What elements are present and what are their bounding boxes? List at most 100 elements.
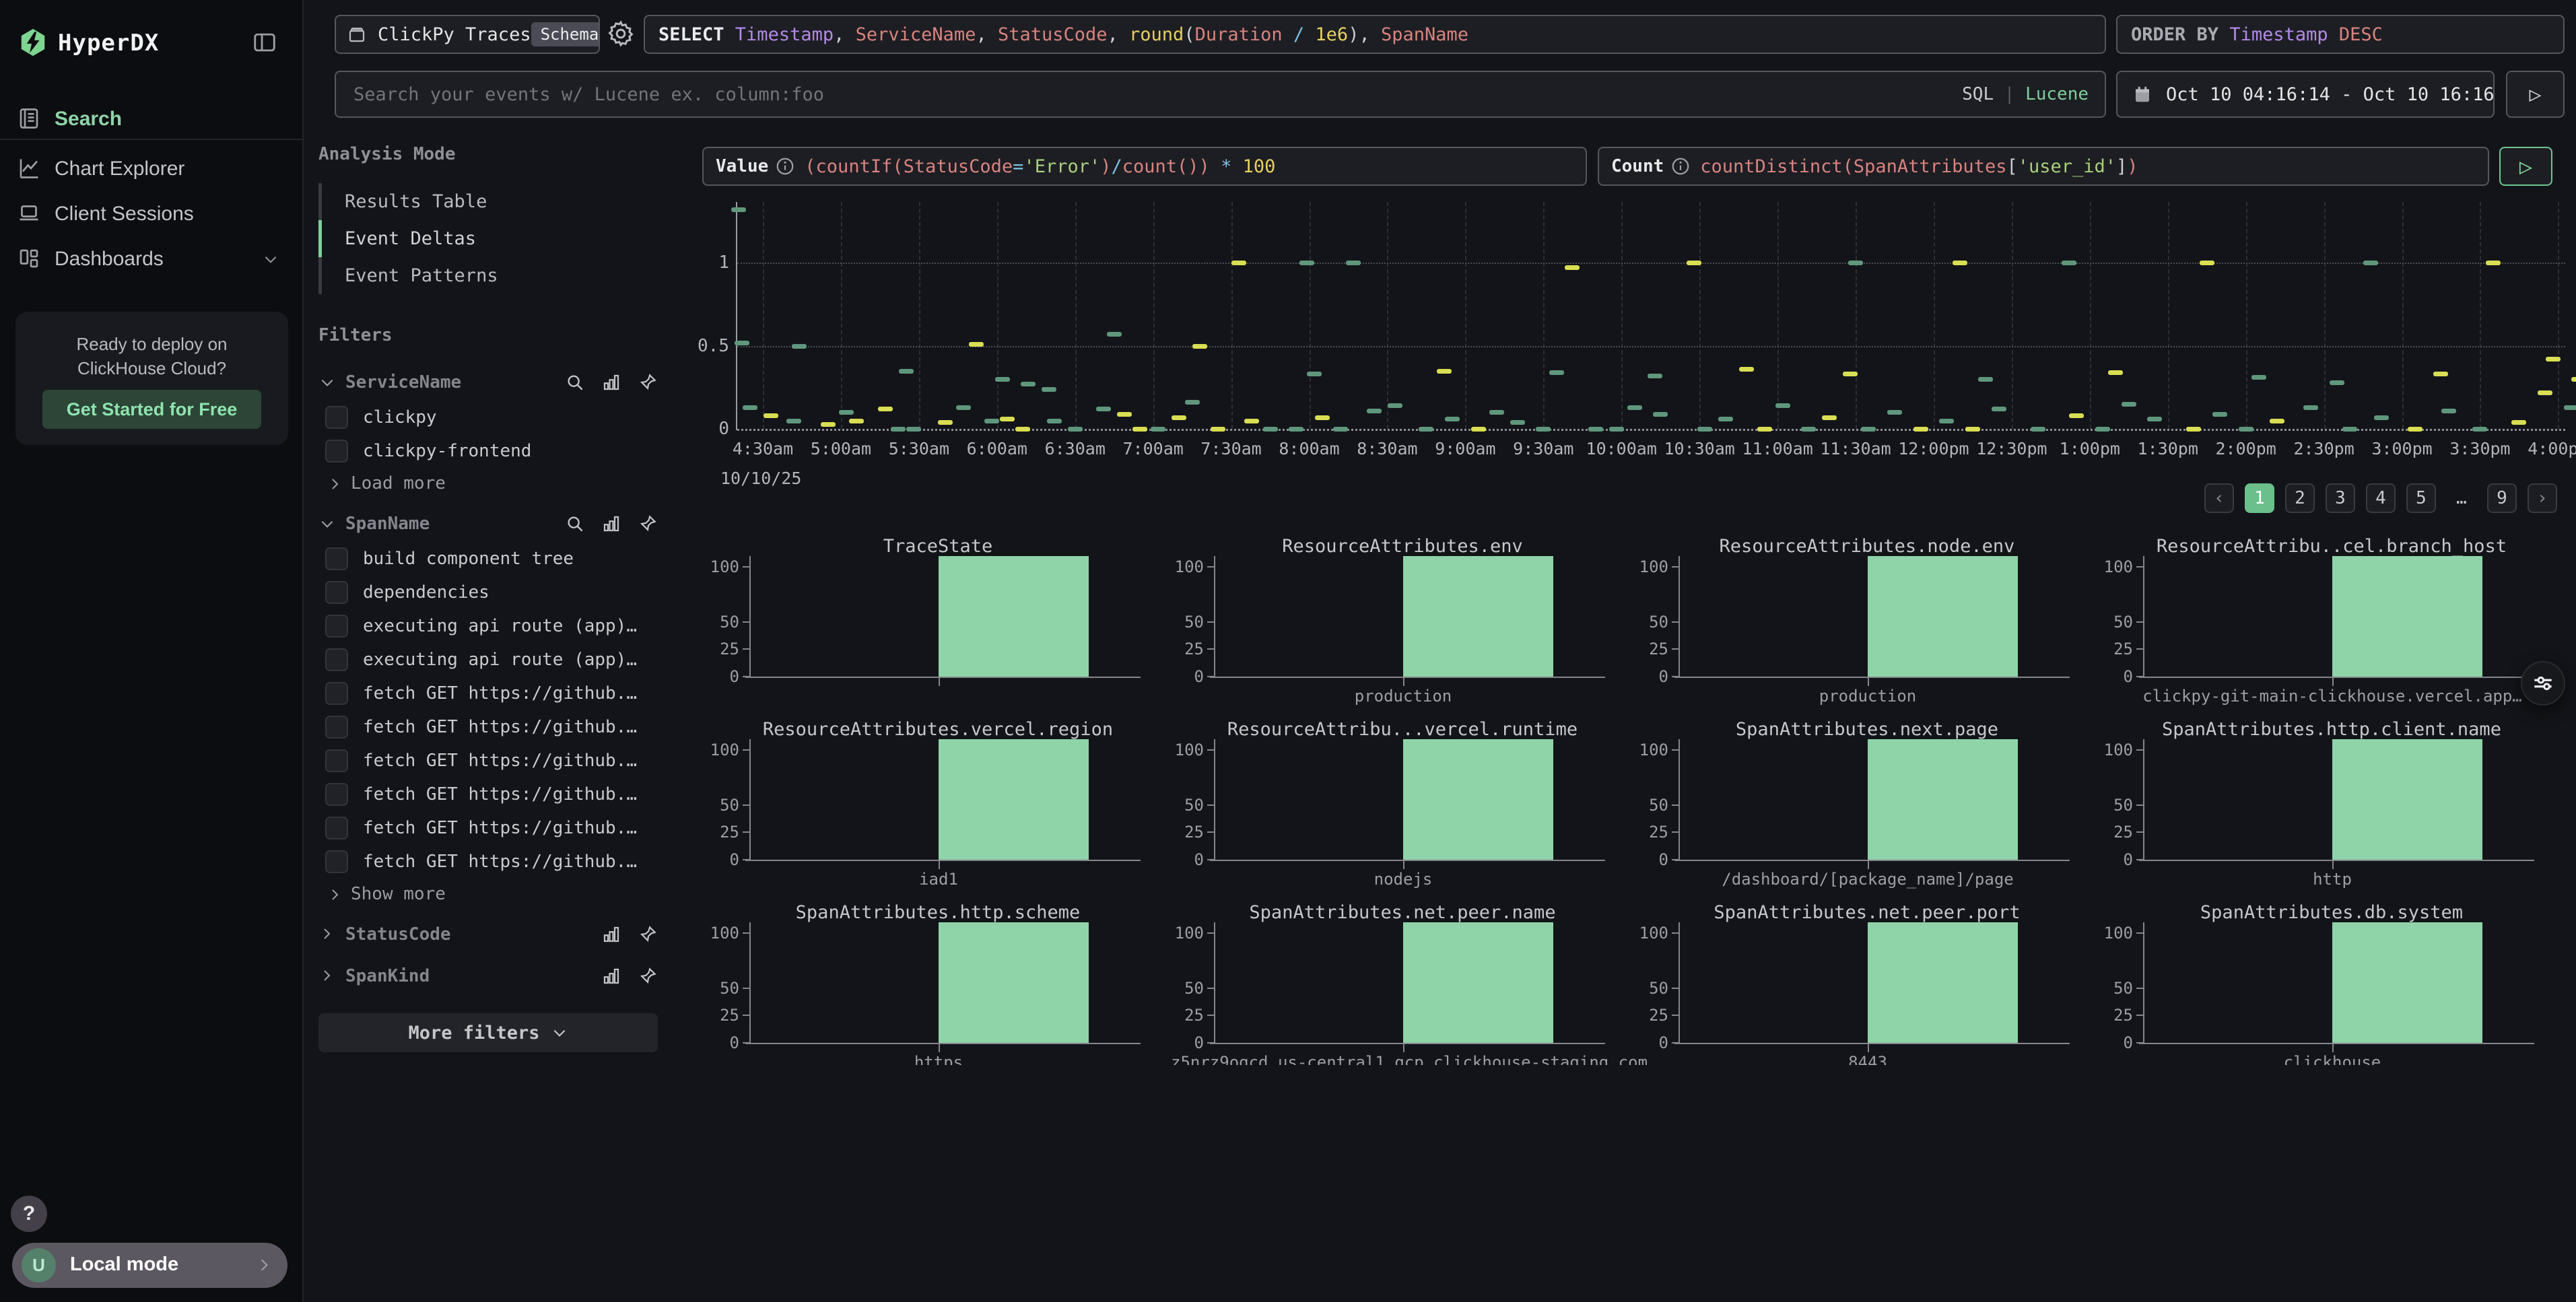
sidebar-item-search[interactable]: Search: [0, 100, 304, 139]
filter-option[interactable]: executing api route (app)…: [318, 609, 658, 643]
mode-lucene[interactable]: Lucene: [2025, 84, 2089, 104]
collapse-sidebar-icon[interactable]: [252, 30, 277, 55]
promo-text: Ready to deploy on ClickHouse Cloud?: [42, 332, 261, 380]
checkbox[interactable]: [325, 850, 348, 873]
bar-chart-icon[interactable]: [601, 966, 621, 986]
filter-option[interactable]: fetch GET https://github.…: [318, 677, 658, 710]
code-token: ): [1100, 156, 1111, 177]
search-icon[interactable]: [565, 372, 585, 392]
filter-more-link[interactable]: Show more: [318, 879, 658, 911]
data-point-yellow: [1471, 427, 1486, 432]
run-search-button[interactable]: ▷: [2506, 71, 2565, 118]
analysis-mode-option[interactable]: Results Table: [318, 183, 658, 220]
checkbox[interactable]: [325, 783, 348, 806]
checkbox[interactable]: [325, 547, 348, 570]
sql-select-input[interactable]: SELECT Timestamp, ServiceName, StatusCod…: [644, 15, 2106, 54]
pin-icon[interactable]: [638, 372, 658, 392]
help-button[interactable]: ?: [11, 1196, 47, 1232]
sidebar-item-dashboards[interactable]: Dashboards: [0, 240, 304, 279]
account-pill[interactable]: U Local mode: [12, 1243, 287, 1288]
sidebar-item-label: Client Sessions: [55, 203, 194, 226]
filter-option[interactable]: fetch GET https://github.…: [318, 845, 658, 879]
filter-option[interactable]: fetch GET https://github.…: [318, 710, 658, 744]
search-input[interactable]: [352, 83, 1962, 106]
checkbox[interactable]: [325, 406, 348, 429]
data-point-yellow: [821, 422, 836, 427]
filter-group-header[interactable]: SpanName: [318, 506, 658, 542]
checkbox[interactable]: [325, 682, 348, 705]
checkbox[interactable]: [325, 615, 348, 638]
filter-option[interactable]: clickpy-frontend: [318, 434, 658, 468]
sidebar-item-chart-explorer[interactable]: Chart Explorer: [0, 149, 304, 189]
analysis-mode-option[interactable]: Event Patterns: [318, 257, 658, 294]
pagination-page-1[interactable]: 1: [2245, 483, 2274, 513]
pagination-page-9[interactable]: 9: [2487, 483, 2517, 513]
filter-option[interactable]: fetch GET https://github.…: [318, 744, 658, 778]
mini-y-tick-mark: [743, 648, 751, 650]
filter-option[interactable]: dependencies: [318, 576, 658, 609]
filter-option-label: fetch GET https://github.…: [363, 852, 637, 872]
order-by-input[interactable]: ORDER BY Timestamp DESC: [2116, 15, 2565, 54]
mini-chart-category-label: http: [2100, 870, 2565, 889]
filter-option-label: fetch GET https://github.…: [363, 683, 637, 704]
data-point-green: [2122, 402, 2136, 407]
checkbox[interactable]: [325, 716, 348, 739]
bar-chart-icon[interactable]: [601, 924, 621, 945]
filter-option[interactable]: clickpy: [318, 401, 658, 434]
checkbox[interactable]: [325, 817, 348, 840]
filter-option[interactable]: fetch GET https://github.…: [318, 778, 658, 811]
checkbox[interactable]: [325, 440, 348, 462]
filter-group-header[interactable]: StatusCode: [318, 916, 658, 953]
data-point-green: [1536, 427, 1551, 432]
gridline-vertical: [1777, 202, 1779, 429]
mode-sql[interactable]: SQL: [1962, 84, 1994, 104]
checkbox[interactable]: [325, 749, 348, 772]
more-filters-button[interactable]: More filters: [318, 1013, 658, 1052]
code-token: Duration: [1195, 24, 1283, 45]
mini-y-tick-mark: [1207, 676, 1215, 677]
code-token: 100: [1243, 156, 1276, 177]
filter-more-link[interactable]: Load more: [318, 468, 658, 500]
mini-chart-title: ResourceAttribu...vercel.runtime: [1170, 719, 1635, 740]
filter-group-header[interactable]: ServiceName: [318, 364, 658, 401]
value-expression-input[interactable]: Value (countIf(StatusCode='Error')/count…: [702, 147, 1587, 186]
mini-y-tick-mark: [1672, 859, 1680, 860]
mini-x-axis: [2139, 860, 2534, 861]
code-token: /: [1112, 156, 1122, 177]
bar-chart-icon[interactable]: [601, 514, 621, 534]
chart-settings-fab[interactable]: [2521, 661, 2565, 706]
pagination-page-3[interactable]: 3: [2326, 483, 2355, 513]
gear-icon[interactable]: [606, 19, 636, 48]
checkbox[interactable]: [325, 581, 348, 604]
filter-option[interactable]: executing api route (app)…: [318, 643, 658, 677]
get-started-button[interactable]: Get Started for Free: [42, 390, 261, 429]
run-analysis-button[interactable]: ▷: [2499, 147, 2552, 186]
query-language-toggle[interactable]: SQL | Lucene: [1962, 84, 2089, 104]
checkbox[interactable]: [325, 648, 348, 671]
pin-icon[interactable]: [638, 966, 658, 986]
bar-chart-icon[interactable]: [601, 372, 621, 392]
data-point-green: [1042, 387, 1056, 392]
filter-option[interactable]: build component tree: [318, 542, 658, 576]
sidebar-item-client-sessions[interactable]: Client Sessions: [0, 195, 304, 234]
date-range-picker[interactable]: Oct 10 04:16:14 - Oct 10 16:16:14: [2116, 71, 2495, 118]
pagination-page-4[interactable]: 4: [2366, 483, 2396, 513]
filter-groups: ServiceNameclickpyclickpy-frontendLoad m…: [318, 364, 658, 994]
filter-option[interactable]: fetch GET https://github.…: [318, 811, 658, 845]
pagination-prev-button[interactable]: ‹: [2204, 483, 2234, 513]
data-point-yellow: [2108, 370, 2123, 375]
filter-group-header[interactable]: SpanKind: [318, 958, 658, 994]
mini-y-tick-mark: [1207, 749, 1215, 751]
mini-chart-title: SpanAttributes.http.client.name: [2099, 719, 2564, 740]
data-point-green: [1107, 332, 1122, 337]
search-icon[interactable]: [565, 514, 585, 534]
count-expression-input[interactable]: Count countDistinct(SpanAttributes['user…: [1598, 147, 2489, 186]
analysis-mode-option[interactable]: Event Deltas: [318, 220, 658, 257]
pagination-next-button[interactable]: ›: [2528, 483, 2557, 513]
pagination-page-2[interactable]: 2: [2285, 483, 2315, 513]
pin-icon[interactable]: [638, 924, 658, 945]
pagination-ellipsis: …: [2447, 488, 2476, 508]
pagination-page-5[interactable]: 5: [2406, 483, 2436, 513]
source-select[interactable]: ClickPy Traces Schema: [335, 15, 600, 54]
pin-icon[interactable]: [638, 514, 658, 534]
